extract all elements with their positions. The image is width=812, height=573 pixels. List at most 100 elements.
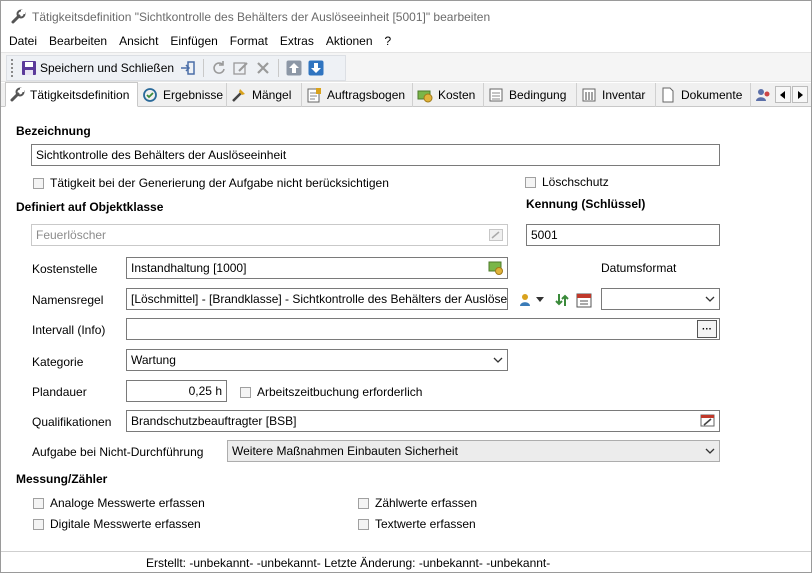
chevron-down-icon <box>705 448 715 454</box>
money-icon <box>417 90 433 103</box>
status-text: Erstellt: -unbekannt- -unbekannt- Letzte… <box>146 556 551 570</box>
plandauer-label: Plandauer <box>32 385 87 399</box>
checkbox-box <box>33 497 44 509</box>
next-button[interactable] <box>305 57 327 79</box>
ignore-generation-label: Tätigkeit bei der Generierung der Aufgab… <box>50 176 389 190</box>
results-icon <box>143 88 157 102</box>
analoge-checkbox[interactable]: Analoge Messwerte erfassen <box>33 496 205 510</box>
inventory-icon <box>582 88 596 102</box>
save-close-button[interactable]: Speichern und Schließen <box>18 57 177 79</box>
swap-arrows-icon <box>555 294 569 306</box>
tab-ergebnisse[interactable]: Ergebnisse <box>139 83 227 107</box>
menu-ansicht[interactable]: Ansicht <box>113 32 164 52</box>
namensregel-label: Namensregel <box>32 293 104 307</box>
tab-label: Tätigkeitsdefinition <box>30 87 130 102</box>
tab-inventar[interactable]: Inventar <box>578 83 656 107</box>
title-bar: Tätigkeitsdefinition "Sichtkontrolle des… <box>1 1 811 32</box>
toolbar-grip[interactable] <box>11 59 14 77</box>
order-form-icon <box>307 88 321 103</box>
qualification-edit-icon <box>700 414 714 427</box>
tab-auftragsbogen[interactable]: Auftragsbogen <box>303 83 413 107</box>
condition-icon <box>489 88 503 102</box>
arrow-up-icon <box>286 60 302 76</box>
plandauer-input[interactable]: 0,25 h <box>126 380 227 402</box>
tab-label: Ergebnisse <box>163 88 224 102</box>
tab-label: Inventar <box>602 88 646 102</box>
menu-extras[interactable]: Extras <box>274 32 320 52</box>
tab-more[interactable] <box>752 83 774 107</box>
wrench-icon <box>10 87 25 101</box>
previous-button[interactable] <box>283 57 305 79</box>
qualifikationen-select-button[interactable] <box>698 413 717 429</box>
toolbar-separator <box>203 59 205 77</box>
insert-field-button[interactable] <box>515 289 547 311</box>
menu-format[interactable]: Format <box>224 32 274 52</box>
menu-bar: Datei Bearbeiten Ansicht Einfügen Format… <box>1 32 811 52</box>
checkbox-box <box>240 386 251 398</box>
loeschschutz-checkbox[interactable]: Löschschutz <box>525 175 609 189</box>
tab-dokumente[interactable]: Dokumente <box>657 83 751 107</box>
tab-maengel[interactable]: Mängel <box>228 83 302 107</box>
edit-window: Tätigkeitsdefinition "Sichtkontrolle des… <box>0 0 812 573</box>
menu-bearbeiten[interactable]: Bearbeiten <box>43 32 113 52</box>
toolbar-separator <box>278 59 280 77</box>
kategorie-value: Wartung <box>131 353 176 367</box>
tab-scroll-right-button[interactable] <box>792 86 808 103</box>
kategorie-label: Kategorie <box>32 355 84 369</box>
digitale-label: Digitale Messwerte erfassen <box>50 517 201 531</box>
qualifikationen-label: Qualifikationen <box>32 415 112 429</box>
insert-number-button[interactable] <box>551 289 573 311</box>
tab-strip: Tätigkeitsdefinition Ergebnisse Mängel A… <box>1 82 811 107</box>
exit-button[interactable] <box>177 57 199 79</box>
zaehlwerte-checkbox[interactable]: Zählwerte erfassen <box>358 496 477 510</box>
arbeitszeit-checkbox[interactable]: Arbeitszeitbuchung erforderlich <box>240 385 422 399</box>
edit-form-icon <box>233 62 248 75</box>
tab-label: Auftragsbogen <box>327 88 406 102</box>
nicht-durchfuehrung-select[interactable]: Weitere Maßnahmen Einbauten Sicherheit <box>227 440 720 462</box>
datumsformat-select[interactable] <box>601 288 720 310</box>
kostenstelle-input[interactable]: Instandhaltung [1000] <box>126 257 508 279</box>
tab-taetigkeitsdefinition[interactable]: Tätigkeitsdefinition <box>5 82 138 107</box>
kostenstelle-select-button[interactable] <box>486 260 505 276</box>
kategorie-select[interactable]: Wartung <box>126 349 508 371</box>
chevron-right-icon <box>798 90 803 99</box>
kennung-label: Kennung (Schlüssel) <box>526 197 646 211</box>
menu-einfuegen[interactable]: Einfügen <box>164 32 223 52</box>
menu-help[interactable]: ? <box>379 32 398 52</box>
qualifikationen-input[interactable]: Brandschutzbeauftragter [BSB] <box>126 410 720 432</box>
intervall-label: Intervall (Info) <box>32 323 106 337</box>
status-bar: Erstellt: -unbekannt- -unbekannt- Letzte… <box>1 551 811 572</box>
delete-button[interactable] <box>252 57 274 79</box>
users-icon <box>756 89 770 101</box>
save-close-label: Speichern und Schließen <box>40 61 175 75</box>
edit-form-button[interactable] <box>230 57 252 79</box>
floppy-icon <box>22 61 36 75</box>
namensregel-input[interactable]: [Löschmittel] - [Brandklasse] - Sichtkon… <box>126 288 508 310</box>
refresh-button[interactable] <box>208 57 230 79</box>
calendar-icon <box>576 293 592 308</box>
insert-date-button[interactable] <box>573 289 595 311</box>
checkbox-box <box>525 176 536 188</box>
toolbar: Speichern und Schließen <box>6 55 346 81</box>
bezeichnung-input[interactable]: Sichtkontrolle des Behälters der Auslöse… <box>31 144 720 166</box>
intervall-input[interactable]: ··· <box>126 318 720 340</box>
tab-kosten[interactable]: Kosten <box>414 83 484 107</box>
objektklasse-select-button <box>486 227 505 243</box>
checkbox-box <box>358 518 369 530</box>
money-icon <box>488 261 503 275</box>
menu-datei[interactable]: Datei <box>3 32 43 52</box>
intervall-more-button[interactable]: ··· <box>697 320 717 338</box>
chevron-down-icon <box>536 297 544 302</box>
tab-bedingung[interactable]: Bedingung <box>485 83 577 107</box>
tab-scroll-left-button[interactable] <box>775 86 791 103</box>
textwerte-checkbox[interactable]: Textwerte erfassen <box>358 517 476 531</box>
textwerte-label: Textwerte erfassen <box>375 517 476 531</box>
digitale-checkbox[interactable]: Digitale Messwerte erfassen <box>33 517 201 531</box>
toolbar-row: Speichern und Schließen <box>1 52 811 82</box>
menu-aktionen[interactable]: Aktionen <box>320 32 379 52</box>
bezeichnung-label: Bezeichnung <box>16 124 91 138</box>
ignore-generation-checkbox[interactable]: Tätigkeit bei der Generierung der Aufgab… <box>33 176 389 190</box>
defect-tools-icon <box>232 89 245 102</box>
close-icon <box>257 62 269 74</box>
kennung-input[interactable]: 5001 <box>526 224 720 246</box>
